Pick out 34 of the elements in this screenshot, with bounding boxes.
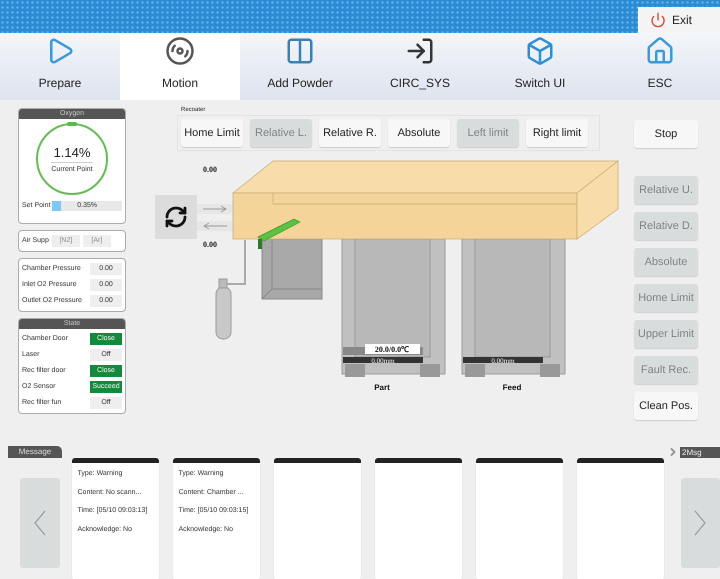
enter-icon <box>405 36 435 66</box>
message-count: 2Msg <box>680 446 720 458</box>
home-icon <box>645 36 675 66</box>
temperature-reading: 20.0/0.0℃ <box>374 345 410 354</box>
nav-tab[interactable]: Prepare <box>0 33 120 100</box>
nav-tab[interactable]: ESC <box>600 33 720 100</box>
action-button[interactable]: Clean Pos. <box>634 392 698 420</box>
position-reading: 0.00 <box>203 165 217 174</box>
next-button[interactable] <box>680 478 720 568</box>
power-icon <box>650 12 666 28</box>
chevron-right-icon <box>694 510 706 536</box>
oxygen-value: 1.14% <box>54 144 90 162</box>
action-button[interactable]: Stop <box>634 120 698 148</box>
reel-icon <box>165 36 195 66</box>
left-arrow-drawing <box>197 221 233 231</box>
nav-tab[interactable]: CIRC_SYS <box>360 33 480 100</box>
previous-button[interactable] <box>20 478 60 568</box>
rotate-icon <box>167 208 185 226</box>
action-button[interactable]: Relative R. <box>319 119 381 147</box>
exit-button[interactable]: Exit <box>638 7 720 33</box>
cube-icon <box>525 36 555 66</box>
feed-label: Feed <box>502 383 522 392</box>
action-button[interactable]: Absolute <box>388 119 450 147</box>
action-button[interactable]: Right limit <box>526 119 588 147</box>
part-label: Part <box>374 383 390 392</box>
rotate-button[interactable] <box>155 195 197 239</box>
chevron-left-icon <box>34 510 46 536</box>
nav-tab[interactable]: Add Powder <box>240 33 360 100</box>
panel-icon <box>285 36 315 66</box>
right-arrow-drawing <box>197 204 233 214</box>
action-button[interactable]: Home Limit <box>181 119 243 147</box>
position-reading: 0.00 <box>203 240 217 249</box>
nav-tab[interactable]: Switch UI <box>480 33 600 100</box>
nav-tab[interactable]: Motion <box>120 33 240 100</box>
